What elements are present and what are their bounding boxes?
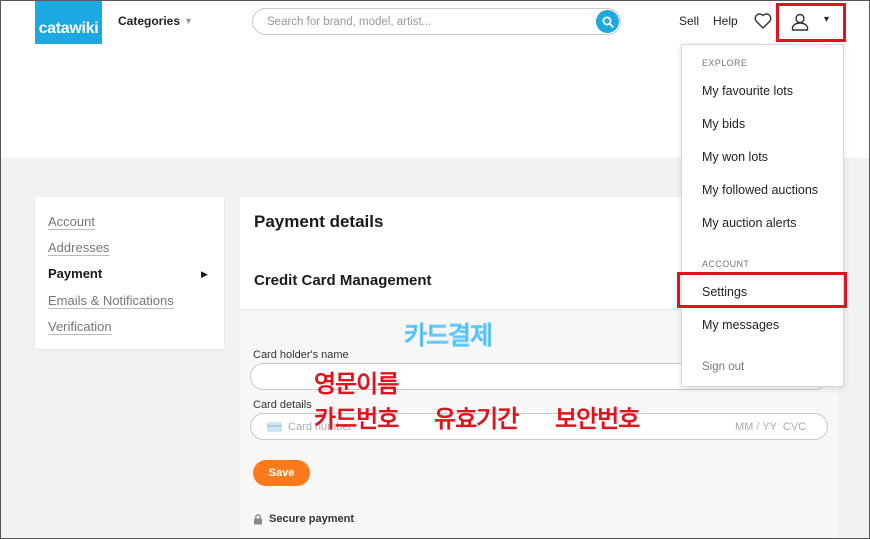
expiry-cvc-input[interactable] bbox=[735, 419, 823, 435]
categories-menu[interactable]: Categories ▼ bbox=[118, 14, 193, 28]
annotation-security-code: 보안번호 bbox=[555, 405, 640, 433]
sidebar-item-payment[interactable]: Payment bbox=[48, 266, 102, 281]
user-menu-highlight: ▾ bbox=[776, 3, 846, 42]
search-button[interactable] bbox=[596, 10, 619, 33]
menu-item-sign-out[interactable]: Sign out bbox=[702, 361, 744, 373]
menu-item-favourite-lots[interactable]: My favourite lots bbox=[702, 84, 793, 98]
menu-item-won-lots[interactable]: My won lots bbox=[702, 150, 768, 164]
sell-link[interactable]: Sell bbox=[679, 14, 699, 28]
settings-highlight bbox=[677, 272, 847, 308]
heart-icon[interactable] bbox=[753, 11, 773, 31]
search-icon bbox=[602, 16, 614, 28]
search-bar bbox=[252, 8, 621, 35]
sidebar-item-verification[interactable]: Verification bbox=[48, 319, 112, 334]
card-details-label: Card details bbox=[253, 399, 312, 411]
annotation-card-number: 카드번호 bbox=[314, 405, 399, 433]
account-heading: ACCOUNT bbox=[702, 259, 750, 269]
menu-item-messages[interactable]: My messages bbox=[702, 318, 779, 332]
page-title: Payment details bbox=[254, 212, 384, 231]
top-header: catawiki Categories ▼ Sell Help ▾ bbox=[0, 0, 870, 44]
menu-item-my-bids[interactable]: My bids bbox=[702, 117, 745, 131]
chevron-down-icon: ▼ bbox=[184, 16, 193, 26]
help-link[interactable]: Help bbox=[713, 14, 738, 28]
save-button[interactable]: Save bbox=[253, 460, 310, 486]
explore-heading: EXPLORE bbox=[702, 58, 748, 68]
card-holder-label: Card holder's name bbox=[253, 349, 349, 361]
user-icon[interactable] bbox=[790, 12, 810, 32]
search-input[interactable] bbox=[267, 14, 587, 30]
sidebar-item-emails-notifications[interactable]: Emails & Notifications bbox=[48, 293, 174, 308]
lock-icon bbox=[254, 513, 262, 524]
menu-item-followed-auctions[interactable]: My followed auctions bbox=[702, 183, 818, 197]
secure-payment-label: Secure payment bbox=[269, 513, 354, 525]
triangle-right-icon: ▶ bbox=[201, 269, 208, 279]
menu-item-auction-alerts[interactable]: My auction alerts bbox=[702, 216, 796, 230]
user-menu-caret-icon[interactable]: ▾ bbox=[824, 14, 829, 25]
sidebar-item-addresses[interactable]: Addresses bbox=[48, 240, 109, 255]
annotation-card-payment: 카드결제 bbox=[404, 321, 494, 351]
settings-sidebar: Account Addresses Payment ▶ Emails & Not… bbox=[35, 197, 224, 349]
sidebar-item-account[interactable]: Account bbox=[48, 214, 95, 229]
secure-payment-note: Secure payment bbox=[253, 513, 354, 525]
section-title: Credit Card Management bbox=[254, 272, 432, 289]
catawiki-logo[interactable]: catawiki bbox=[35, 0, 102, 44]
user-dropdown-menu: EXPLORE My favourite lots My bids My won… bbox=[681, 44, 844, 387]
annotation-expiry: 유효기간 bbox=[434, 405, 519, 433]
credit-card-icon bbox=[267, 422, 282, 432]
categories-label: Categories bbox=[118, 14, 181, 28]
annotation-english-name: 영문이름 bbox=[314, 370, 399, 398]
